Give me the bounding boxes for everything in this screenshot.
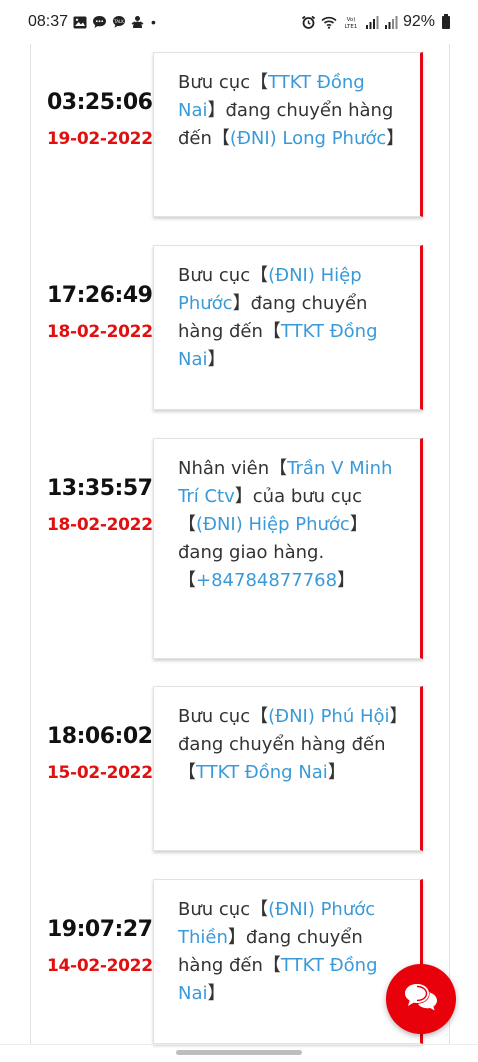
image-icon xyxy=(73,16,87,29)
wifi-icon xyxy=(321,16,337,29)
timestamp: 17:26:49 18-02-2022 xyxy=(47,283,157,342)
entry-time: 17:26:49 xyxy=(47,283,153,308)
status-text: Nhân viên【Trần V Minh Trí Ctv】của bưu cụ… xyxy=(178,455,406,595)
status-text-part: 】 xyxy=(207,983,226,1004)
signal-icon-2 xyxy=(384,15,398,29)
timestamp: 18:06:02 15-02-2022 xyxy=(47,724,157,783)
status-text-part: 】 xyxy=(337,570,356,591)
status-left: 08:37 TALK • xyxy=(28,13,156,31)
entry-time: 13:35:57 xyxy=(47,476,153,501)
status-text: Bưu cục【(ĐNI) Phú Hội】đang chuyển hàng đ… xyxy=(178,703,406,787)
chat-button[interactable] xyxy=(386,964,456,1034)
chat-bubbles-icon xyxy=(403,981,439,1017)
status-card: Bưu cục【TTKT Đồng Nai】đang chuyển hàng đ… xyxy=(153,52,423,217)
status-text-part: 】 xyxy=(386,128,405,149)
volte-icon: Vo) LTE1 xyxy=(342,15,360,29)
entry-date: 14-02-2022 xyxy=(47,956,153,976)
status-text-part: Bưu cục【 xyxy=(178,706,269,727)
status-text-part: 】 xyxy=(327,762,346,783)
status-text-part: Bưu cục【 xyxy=(178,265,269,286)
location-link[interactable]: +84784877768 xyxy=(196,570,337,591)
entry-time: 03:25:06 xyxy=(47,90,153,115)
location-link[interactable]: TTKT Đồng Nai xyxy=(196,762,328,783)
notification-dot: • xyxy=(151,14,156,30)
bottom-divider xyxy=(0,1044,478,1045)
status-text: Bưu cục【TTKT Đồng Nai】đang chuyển hàng đ… xyxy=(178,69,406,153)
svg-text:TALK: TALK xyxy=(113,19,124,24)
entry-time: 19:07:27 xyxy=(47,917,153,942)
status-text-part: Bưu cục【 xyxy=(178,899,269,920)
entry-date: 15-02-2022 xyxy=(47,763,153,783)
svg-text:Vo): Vo) xyxy=(347,17,356,23)
alarm-icon xyxy=(301,15,316,30)
entry-date: 18-02-2022 xyxy=(47,515,153,535)
status-card: Nhân viên【Trần V Minh Trí Ctv】của bưu cụ… xyxy=(153,438,423,659)
status-text: Bưu cục【(ĐNI) Hiệp Phước】đang chuyển hàn… xyxy=(178,262,406,374)
status-text: Bưu cục【(ĐNI) Phước Thiền】đang chuyển hà… xyxy=(178,896,406,1008)
location-link[interactable]: (ĐNI) Phú Hội xyxy=(268,706,389,727)
status-bar: 08:37 TALK • Vo) LTE1 92% xyxy=(0,0,478,44)
status-text-part: Nhân viên【 xyxy=(178,458,288,479)
entry-date: 18-02-2022 xyxy=(47,322,153,342)
status-right: Vo) LTE1 92% xyxy=(301,13,450,31)
status-text-part: 】 xyxy=(207,349,226,370)
entry-date: 19-02-2022 xyxy=(47,129,153,149)
battery-percent: 92% xyxy=(402,13,435,30)
status-card: Bưu cục【(ĐNI) Phước Thiền】đang chuyển hà… xyxy=(153,879,423,1044)
svg-text:LTE1: LTE1 xyxy=(345,24,358,29)
status-card: Bưu cục【(ĐNI) Phú Hội】đang chuyển hàng đ… xyxy=(153,686,423,851)
talk-icon: TALK xyxy=(112,15,126,29)
status-card: Bưu cục【(ĐNI) Hiệp Phước】đang chuyển hàn… xyxy=(153,245,423,410)
status-text-part: Bưu cục【 xyxy=(178,72,269,93)
message-icon xyxy=(92,15,107,29)
clock: 08:37 xyxy=(28,13,69,30)
app-icon xyxy=(131,15,144,29)
battery-icon xyxy=(442,13,450,29)
location-link[interactable]: (ĐNI) Hiệp Phước xyxy=(196,514,350,535)
timestamp: 13:35:57 18-02-2022 xyxy=(47,476,157,535)
location-link[interactable]: (ĐNI) Long Phước xyxy=(230,128,386,149)
timestamp: 03:25:06 19-02-2022 xyxy=(47,90,157,149)
entry-time: 18:06:02 xyxy=(47,724,153,749)
home-indicator[interactable] xyxy=(176,1050,302,1055)
tracking-timeline: 03:25:06 19-02-2022 Bưu cục【TTKT Đồng Na… xyxy=(30,44,450,1044)
timestamp: 19:07:27 14-02-2022 xyxy=(47,917,157,976)
signal-icon xyxy=(365,15,379,29)
